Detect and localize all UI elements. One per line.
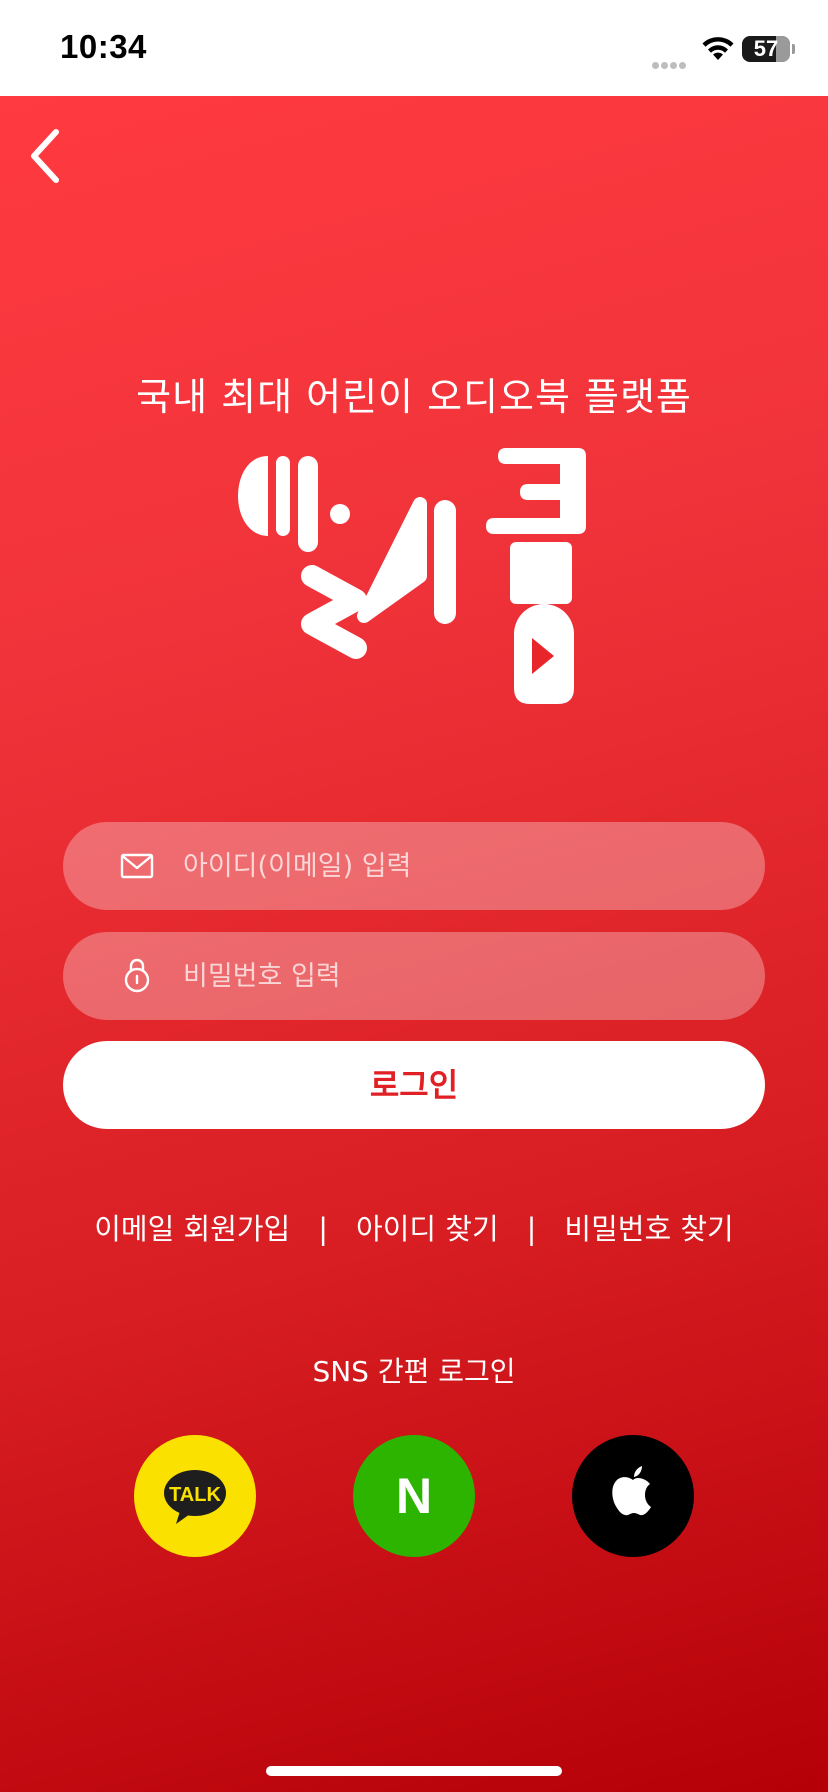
kakao-login-button[interactable]: TALK bbox=[134, 1435, 256, 1557]
app-logo bbox=[238, 448, 586, 704]
find-id-link[interactable]: 아이디 찾기 bbox=[356, 1212, 499, 1246]
password-input[interactable] bbox=[183, 932, 723, 1020]
account-links: 이메일 회원가입 | 아이디 찾기 | 비밀번호 찾기 bbox=[0, 1206, 828, 1248]
apple-icon bbox=[572, 1435, 694, 1557]
kakao-talk-text: TALK bbox=[169, 1484, 221, 1506]
cellular-signal-icon bbox=[652, 54, 692, 69]
link-separator: | bbox=[318, 1212, 329, 1246]
login-screen: 국내 최대 어린이 오디오북 플랫폼 아이디(이메일) 입력 로그인 이메일 회… bbox=[0, 96, 828, 1792]
password-field[interactable] bbox=[63, 932, 765, 1020]
login-button[interactable]: 로그인 bbox=[63, 1041, 765, 1129]
battery-level: 57 bbox=[753, 36, 779, 61]
email-field[interactable] bbox=[63, 822, 765, 910]
back-button[interactable] bbox=[24, 124, 72, 188]
naver-icon: N bbox=[353, 1435, 475, 1557]
naver-login-button[interactable]: N bbox=[353, 1435, 475, 1557]
chevron-left-icon bbox=[31, 129, 59, 183]
status-bar: 10:34 57 bbox=[0, 0, 828, 96]
status-time: 10:34 bbox=[60, 28, 147, 65]
home-indicator bbox=[266, 1766, 562, 1776]
naver-n-text: N bbox=[396, 1468, 432, 1524]
battery-cap bbox=[792, 44, 795, 54]
link-separator: | bbox=[526, 1212, 537, 1246]
envelope-icon bbox=[120, 853, 154, 879]
wifi-icon bbox=[702, 37, 734, 60]
apple-login-button[interactable] bbox=[572, 1435, 694, 1557]
battery-icon: 57 bbox=[742, 36, 790, 62]
email-input[interactable] bbox=[183, 822, 723, 910]
signup-link[interactable]: 이메일 회원가입 bbox=[94, 1212, 290, 1246]
tagline: 국내 최대 어린이 오디오북 플랫폼 bbox=[136, 375, 692, 419]
lock-icon bbox=[124, 958, 150, 993]
kakaotalk-icon: TALK bbox=[134, 1435, 256, 1557]
find-password-link[interactable]: 비밀번호 찾기 bbox=[564, 1212, 733, 1246]
sns-login-label: SNS 간편 로그인 bbox=[312, 1355, 516, 1388]
